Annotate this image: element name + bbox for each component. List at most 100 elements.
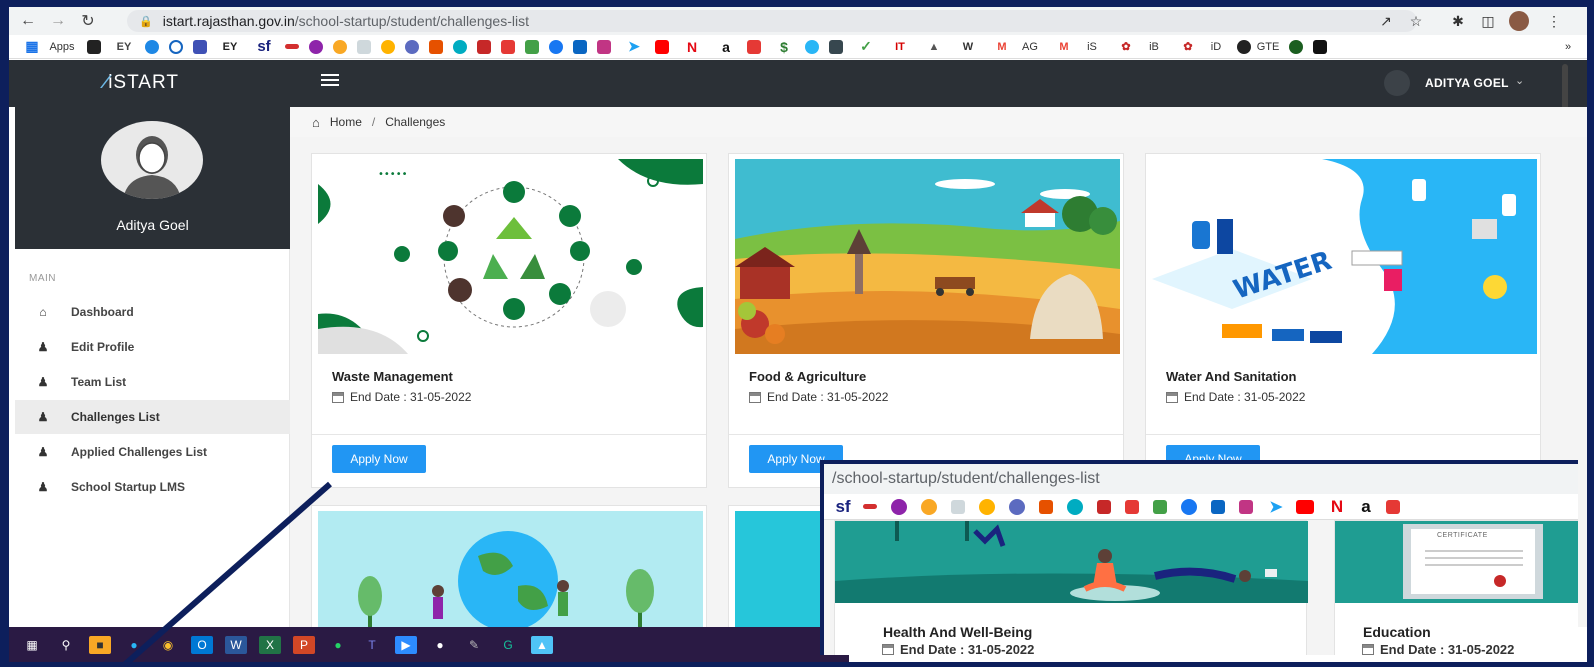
user-icon: ♟ bbox=[37, 445, 49, 459]
challenge-card: ••••• Waste Management End Date: 31-05-… bbox=[311, 153, 707, 488]
bookmark-icon[interactable] bbox=[357, 39, 371, 54]
hamburger-menu-icon[interactable] bbox=[321, 74, 339, 88]
bookmark-gte[interactable]: GTE bbox=[1255, 38, 1281, 56]
file-explorer-icon[interactable]: ■ bbox=[89, 635, 111, 654]
instagram-icon[interactable] bbox=[597, 39, 611, 54]
home-icon[interactable]: ⌂ bbox=[312, 115, 320, 130]
outlook-icon[interactable]: O bbox=[191, 635, 213, 654]
word-icon[interactable]: W bbox=[225, 635, 247, 654]
sidebar-item-edit-profile[interactable]: ♟ Edit Profile bbox=[15, 330, 290, 364]
whatsapp-icon[interactable]: ● bbox=[327, 636, 349, 654]
windows-start-icon[interactable]: ▦ bbox=[21, 636, 43, 654]
share-icon[interactable]: ↗ bbox=[1377, 11, 1395, 31]
bookmark-icon[interactable] bbox=[1313, 39, 1327, 54]
challenge-card: WATER Water And Sanitation End Date : 31… bbox=[1145, 153, 1541, 488]
youtube-icon[interactable] bbox=[655, 39, 669, 54]
chart-icon[interactable]: ▲ bbox=[921, 38, 947, 56]
bookmark-ey[interactable]: EY bbox=[111, 38, 137, 56]
feather-icon[interactable]: ✿ bbox=[1113, 38, 1139, 56]
calendar-icon bbox=[332, 391, 344, 403]
bookmark-icon[interactable] bbox=[405, 39, 419, 54]
breadcrumb-home[interactable]: Home bbox=[330, 115, 362, 129]
kebab-menu-icon[interactable]: ⋮ bbox=[1547, 11, 1561, 31]
bookmark-icon[interactable] bbox=[381, 39, 395, 54]
bookmark-icon[interactable] bbox=[1237, 39, 1251, 54]
forward-icon[interactable]: → bbox=[47, 10, 69, 32]
back-icon[interactable]: ← bbox=[17, 10, 39, 32]
health-wellbeing-image bbox=[835, 521, 1308, 603]
bookmark-icon[interactable] bbox=[169, 39, 183, 54]
bookmark-icon[interactable] bbox=[525, 39, 539, 54]
address-bar[interactable]: 🔒 istart.rajasthan.gov.in/school-startup… bbox=[127, 10, 1417, 32]
sidebar-item-label: Applied Challenges List bbox=[71, 445, 208, 459]
bookmark-icon[interactable] bbox=[805, 39, 819, 54]
card-divider bbox=[729, 434, 1123, 435]
excel-icon[interactable]: X bbox=[259, 635, 281, 654]
netflix-icon[interactable]: N bbox=[679, 38, 705, 56]
bookmark-ib[interactable]: iB bbox=[1141, 38, 1167, 56]
feather-icon[interactable]: ✿ bbox=[1175, 38, 1201, 56]
star-icon[interactable]: ☆ bbox=[1407, 11, 1425, 31]
user-menu[interactable]: ADITYA GOEL bbox=[1425, 76, 1509, 90]
bookmark-icon[interactable] bbox=[309, 39, 323, 54]
card-end-date: End Date : 31-05-2022 bbox=[1362, 642, 1514, 655]
bookmark-icon[interactable] bbox=[333, 39, 347, 54]
checkmark-icon[interactable]: ✓ bbox=[853, 38, 879, 56]
extensions-icon[interactable]: ✱ bbox=[1449, 11, 1467, 31]
edge-icon[interactable]: ● bbox=[123, 636, 145, 654]
bookmark-icon[interactable] bbox=[87, 39, 101, 54]
side-panel-icon[interactable]: ◫ bbox=[1479, 11, 1497, 31]
chrome-icon[interactable]: ◉ bbox=[157, 636, 179, 654]
bookmark-icon[interactable] bbox=[429, 39, 443, 54]
sidebar-item-school-startup-lms[interactable]: ♟ School Startup LMS bbox=[15, 470, 290, 504]
app-logo[interactable]: ∕iSTART bbox=[104, 72, 179, 94]
sidebar-item-dashboard[interactable]: ⌂ Dashboard bbox=[15, 295, 290, 329]
facebook-icon[interactable] bbox=[549, 39, 563, 54]
photos-icon[interactable]: ▲ bbox=[531, 635, 553, 654]
powerpoint-icon[interactable]: P bbox=[293, 635, 315, 654]
bookmark-icon[interactable] bbox=[145, 39, 159, 54]
bookmark-wikipedia[interactable]: W bbox=[955, 38, 981, 56]
challenge-card: CERTIFICATE Education bbox=[1334, 520, 1578, 655]
sidebar-item-challenges-list[interactable]: ♟ Challenges List bbox=[15, 400, 290, 434]
teams-icon[interactable]: T bbox=[361, 636, 383, 654]
more-bookmarks[interactable]: » bbox=[1555, 38, 1581, 56]
search-icon[interactable]: ⚲ bbox=[55, 636, 77, 654]
gmail-icon[interactable]: M bbox=[1051, 38, 1077, 56]
grammarly-icon[interactable]: G bbox=[497, 636, 519, 654]
bookmark-id[interactable]: iD bbox=[1203, 38, 1229, 56]
profile-avatar-icon[interactable] bbox=[1509, 11, 1529, 31]
sidebar-item-team-list[interactable]: ♟ Team List bbox=[15, 365, 290, 399]
bookmark-amazon[interactable]: a bbox=[713, 38, 739, 56]
bookmark-ag[interactable]: AG bbox=[1017, 38, 1043, 56]
dollar-icon[interactable]: $ bbox=[771, 38, 797, 56]
app-icon[interactable]: ● bbox=[429, 636, 451, 654]
reload-icon[interactable]: ↻ bbox=[77, 10, 99, 32]
user-avatar-icon[interactable] bbox=[1384, 70, 1410, 96]
calendar-icon bbox=[882, 644, 894, 655]
bookmark-sf[interactable]: sf bbox=[251, 38, 277, 56]
apps-grid-icon[interactable]: ▦ bbox=[19, 38, 45, 56]
bookmark-icon[interactable] bbox=[829, 39, 843, 54]
bookmark-icon[interactable] bbox=[1289, 39, 1303, 54]
bookmark-ey[interactable]: EY bbox=[217, 38, 243, 56]
bookmark-icon[interactable] bbox=[453, 39, 467, 54]
bookmark-icon[interactable] bbox=[477, 39, 491, 54]
twitter-icon[interactable]: ➤ bbox=[621, 38, 647, 56]
chevron-down-icon[interactable]: ⌄ bbox=[1515, 74, 1524, 87]
notes-icon[interactable]: ✎ bbox=[463, 636, 485, 654]
linkedin-icon[interactable] bbox=[573, 39, 587, 54]
zoom-icon[interactable]: ▶ bbox=[395, 635, 417, 654]
inset-bookmarks-bar: sf ➤ N a bbox=[824, 494, 1578, 520]
bookmark-icon[interactable] bbox=[747, 39, 761, 54]
sidebar-item-label: Dashboard bbox=[71, 305, 134, 319]
sidebar-item-applied-challenges[interactable]: ♟ Applied Challenges List bbox=[15, 435, 290, 469]
bookmark-icon[interactable] bbox=[501, 39, 515, 54]
bookmark-it[interactable]: IT bbox=[887, 38, 913, 56]
bookmark-icon[interactable] bbox=[285, 44, 299, 49]
gmail-icon[interactable]: M bbox=[989, 38, 1015, 56]
bookmark-icon[interactable] bbox=[193, 39, 207, 54]
bookmark-apps[interactable]: Apps bbox=[49, 38, 75, 56]
apply-now-button[interactable]: Apply Now bbox=[332, 445, 426, 473]
bookmark-is[interactable]: iS bbox=[1079, 38, 1105, 56]
